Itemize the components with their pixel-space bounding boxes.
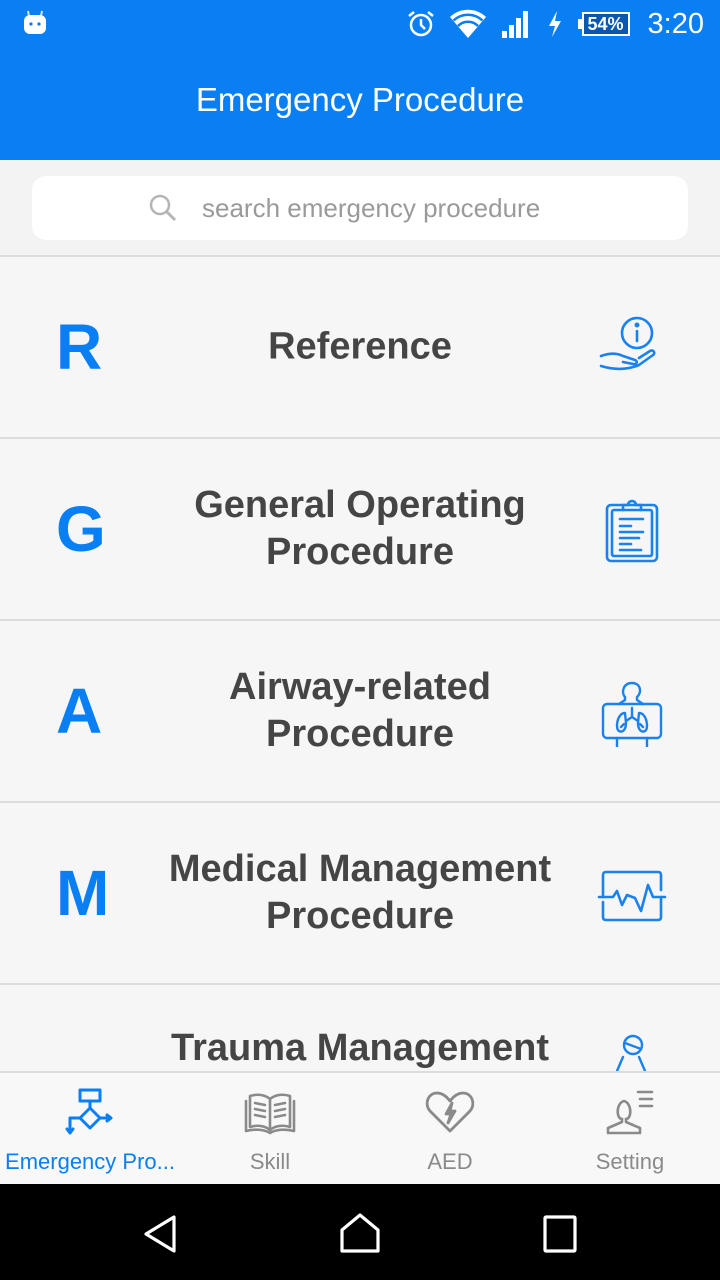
app-bar: Emergency Procedure xyxy=(0,48,720,160)
status-bar: 54% 3:20 xyxy=(0,0,720,48)
back-icon[interactable] xyxy=(138,1212,182,1256)
item-letter: R xyxy=(56,311,103,383)
android-robot-icon xyxy=(24,10,46,34)
heart-monitor-icon xyxy=(597,870,667,922)
injured-person-icon xyxy=(615,1034,647,1071)
tab-label: AED xyxy=(427,1149,473,1174)
item-letter: M xyxy=(56,857,110,929)
list-item-reference[interactable]: R Reference xyxy=(0,257,720,439)
battery-icon: 54% xyxy=(577,12,630,36)
item-title: General Operating Procedure xyxy=(194,484,526,573)
item-title: Airway-related Procedure xyxy=(229,666,491,755)
book-icon xyxy=(244,1093,296,1135)
info-hand-icon xyxy=(599,316,656,371)
tab-skill[interactable]: Skill xyxy=(180,1073,360,1184)
list-item-airway[interactable]: A Airway-related Procedure xyxy=(0,621,720,803)
system-nav-bar xyxy=(0,1184,720,1280)
item-letter: A xyxy=(56,675,103,747)
search-box[interactable] xyxy=(32,176,688,240)
bottom-nav: Emergency Pro... Skill AED Setting xyxy=(0,1071,720,1184)
tab-label: Skill xyxy=(249,1149,291,1174)
wifi-icon xyxy=(449,9,486,39)
tab-aed[interactable]: AED xyxy=(360,1073,540,1184)
procedure-list: R Reference G General Operating Procedur… xyxy=(0,257,720,1071)
tab-setting[interactable]: Setting xyxy=(540,1073,720,1184)
search-area xyxy=(0,160,720,257)
tab-label: Setting xyxy=(595,1149,665,1174)
list-item-medical-management[interactable]: M Medical Management Procedure xyxy=(0,803,720,985)
heart-bolt-icon xyxy=(425,1091,475,1133)
battery-percent: 54% xyxy=(587,13,624,34)
list-item-general-operating[interactable]: G General Operating Procedure xyxy=(0,439,720,621)
search-icon xyxy=(149,194,177,222)
item-title: Reference xyxy=(268,325,452,368)
search-input[interactable] xyxy=(202,192,572,224)
item-letter: G xyxy=(56,493,106,565)
cellular-signal-icon xyxy=(501,11,528,38)
page-title: Emergency Procedure xyxy=(195,81,525,118)
recents-icon[interactable] xyxy=(538,1212,582,1256)
item-title: Trauma Management xyxy=(171,1027,549,1069)
flowchart-icon xyxy=(65,1088,113,1135)
alarm-icon xyxy=(407,11,434,37)
list-item-trauma-management[interactable]: T Trauma Management xyxy=(0,985,720,1071)
clipboard-icon xyxy=(605,499,659,563)
lungs-xray-icon xyxy=(601,681,663,747)
item-title: Medical Management Procedure xyxy=(168,848,552,937)
tab-label: Emergency Pro... xyxy=(5,1149,175,1174)
charging-bolt-icon xyxy=(548,11,561,37)
screen: 54% 3:20 Emergency Procedure R Reference xyxy=(0,0,720,1280)
user-settings-icon xyxy=(606,1090,654,1135)
status-time: 3:20 xyxy=(647,7,704,40)
home-icon[interactable] xyxy=(338,1212,382,1256)
tab-emergency-procedure[interactable]: Emergency Pro... xyxy=(0,1073,180,1184)
